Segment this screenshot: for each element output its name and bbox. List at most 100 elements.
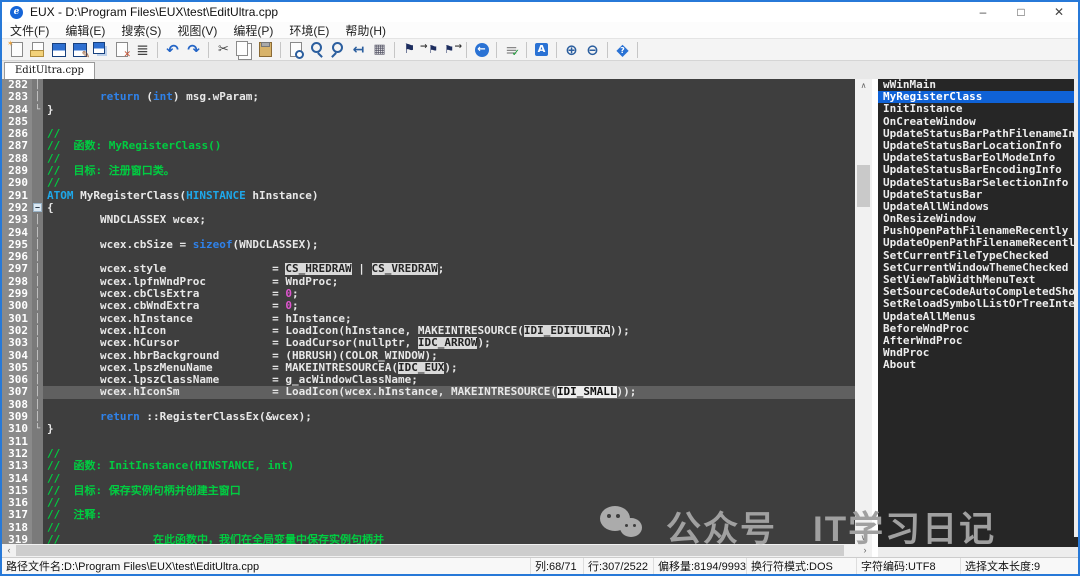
- code-line-291[interactable]: 291ATOM MyRegisterClass(HINSTANCE hInsta…: [2, 190, 855, 202]
- code-line-300[interactable]: 300│ wcex.cbWndExtra = 0;: [2, 300, 855, 312]
- close-file-icon[interactable]: [111, 40, 132, 60]
- symbol-item-UpdateStatusBarPathFilenameInfo[interactable]: UpdateStatusBarPathFilenameInfo: [878, 128, 1078, 140]
- symbol-item-SetCurrentFileTypeChecked[interactable]: SetCurrentFileTypeChecked: [878, 250, 1078, 262]
- symbol-item-OnResizeWindow[interactable]: OnResizeWindow: [878, 213, 1078, 225]
- bm-next-icon[interactable]: [420, 40, 441, 60]
- code-line-298[interactable]: 298│ wcex.lpfnWndProc = WndProc;: [2, 276, 855, 288]
- code-line-301[interactable]: 301│ wcex.hInstance = hInstance;: [2, 313, 855, 325]
- maximize-button[interactable]: □: [1002, 2, 1040, 22]
- code-editor[interactable]: 282│283│ return (int) msg.wParam;284└}28…: [2, 79, 855, 544]
- code-line-295[interactable]: 295│ wcex.cbSize = sizeof(WNDCLASSEX);: [2, 239, 855, 251]
- code-line-318[interactable]: 318//: [2, 522, 855, 534]
- symbol-item-PushOpenPathFilenameRecently[interactable]: PushOpenPathFilenameRecently: [878, 225, 1078, 237]
- symbol-item-AfterWndProc[interactable]: AfterWndProc: [878, 335, 1078, 347]
- code-line-294[interactable]: 294│: [2, 227, 855, 239]
- code-line-296[interactable]: 296│: [2, 251, 855, 263]
- minimize-button[interactable]: –: [964, 2, 1002, 22]
- symbol-item-BeforeWndProc[interactable]: BeforeWndProc: [878, 323, 1078, 335]
- line-number[interactable]: 303: [2, 337, 32, 349]
- line-number[interactable]: 300: [2, 300, 32, 312]
- save-as-icon[interactable]: [69, 40, 90, 60]
- vertical-scroll-thumb[interactable]: [857, 165, 870, 207]
- menu-item-文件F[interactable]: 文件(F): [2, 22, 57, 38]
- code-line-286[interactable]: 286//: [2, 128, 855, 140]
- code-line-307[interactable]: 307│ wcex.hIconSm = LoadIcon(wcex.hInsta…: [2, 386, 855, 398]
- code-line-284[interactable]: 284└}: [2, 104, 855, 116]
- code-line-297[interactable]: 297│ wcex.style = CS_HREDRAW | CS_VREDRA…: [2, 263, 855, 275]
- code-line-314[interactable]: 314//: [2, 473, 855, 485]
- symbol-item-UpdateStatusBarEncodingInfo[interactable]: UpdateStatusBarEncodingInfo: [878, 164, 1078, 176]
- symbol-item-SetSourceCodeAutoCompletedShowAft[interactable]: SetSourceCodeAutoCompletedShowAft: [878, 286, 1078, 298]
- close-button[interactable]: ✕: [1040, 2, 1078, 22]
- line-number[interactable]: 290: [2, 177, 32, 189]
- code-line-309[interactable]: 309│ return ::RegisterClassEx(&wcex);: [2, 411, 855, 423]
- bookmark-icon[interactable]: [399, 40, 420, 60]
- line-number[interactable]: 287: [2, 140, 32, 152]
- symbol-item-SetReloadSymbolListOrTreeInterval[interactable]: SetReloadSymbolListOrTreeInterval: [878, 298, 1078, 310]
- menu-item-视图V[interactable]: 视图(V): [169, 22, 225, 38]
- about-icon[interactable]: [612, 40, 633, 60]
- code-line-292[interactable]: 292−{: [2, 202, 855, 214]
- line-number[interactable]: 313: [2, 460, 32, 472]
- code-line-305[interactable]: 305│ wcex.lpszMenuName = MAKEINTRESOURCE…: [2, 362, 855, 374]
- code-line-308[interactable]: 308│: [2, 399, 855, 411]
- code-line-313[interactable]: 313// 函数: InitInstance(HINSTANCE, int): [2, 460, 855, 472]
- line-number[interactable]: 310: [2, 423, 32, 435]
- code-line-312[interactable]: 312//: [2, 448, 855, 460]
- symbol-item-UpdateAllMenus[interactable]: UpdateAllMenus: [878, 311, 1078, 323]
- zoom-out-icon[interactable]: [582, 40, 603, 60]
- scroll-down-icon[interactable]: ∨: [855, 531, 872, 544]
- symbol-item-SetCurrentWindowThemeChecked[interactable]: SetCurrentWindowThemeChecked: [878, 262, 1078, 274]
- code-line-302[interactable]: 302│ wcex.hIcon = LoadIcon(hInstance, MA…: [2, 325, 855, 337]
- line-number[interactable]: 304: [2, 350, 32, 362]
- save-all-icon[interactable]: [90, 40, 111, 60]
- menu-item-编程P[interactable]: 编程(P): [225, 22, 281, 38]
- new-file-icon[interactable]: [6, 40, 27, 60]
- symbol-item-wWinMain[interactable]: wWinMain: [878, 79, 1078, 91]
- symbol-item-UpdateStatusBarEolModeInfo[interactable]: UpdateStatusBarEolModeInfo: [878, 152, 1078, 164]
- doc-list-icon[interactable]: [132, 40, 153, 60]
- save-icon[interactable]: [48, 40, 69, 60]
- find-prev-icon[interactable]: [327, 40, 348, 60]
- menu-item-编辑E[interactable]: 编辑(E): [57, 22, 113, 38]
- menu-item-环境E[interactable]: 环境(E): [281, 22, 337, 38]
- symbol-item-WndProc[interactable]: WndProc: [878, 347, 1078, 359]
- code-line-315[interactable]: 315// 目标: 保存实例句柄并创建主窗口: [2, 485, 855, 497]
- symbol-item-InitInstance[interactable]: InitInstance: [878, 103, 1078, 115]
- code-line-303[interactable]: 303│ wcex.hCursor = LoadCursor(nullptr, …: [2, 337, 855, 349]
- find-file-icon[interactable]: [285, 40, 306, 60]
- code-line-317[interactable]: 317// 注释:: [2, 509, 855, 521]
- menu-item-搜索S[interactable]: 搜索(S): [113, 22, 169, 38]
- zoom-in-icon[interactable]: [561, 40, 582, 60]
- syntax-icon[interactable]: [531, 40, 552, 60]
- open-file-icon[interactable]: [27, 40, 48, 60]
- line-number[interactable]: 314: [2, 473, 32, 485]
- code-line-306[interactable]: 306│ wcex.lpszClassName = g_acWindowClas…: [2, 374, 855, 386]
- redo-icon[interactable]: [183, 40, 204, 60]
- panel-horizontal-scrollbar[interactable]: [878, 547, 1078, 557]
- symbol-item-UpdateStatusBarSelectionInfo[interactable]: UpdateStatusBarSelectionInfo: [878, 177, 1078, 189]
- code-line-288[interactable]: 288//: [2, 153, 855, 165]
- code-line-316[interactable]: 316//: [2, 497, 855, 509]
- cut-icon[interactable]: [213, 40, 234, 60]
- fold-collapse-icon[interactable]: −: [32, 202, 43, 214]
- code-line-287[interactable]: 287// 函数: MyRegisterClass(): [2, 140, 855, 152]
- code-line-293[interactable]: 293│ WNDCLASSEX wcex;: [2, 214, 855, 226]
- code-line-311[interactable]: 311: [2, 436, 855, 448]
- horizontal-scroll-thumb[interactable]: [16, 545, 844, 556]
- symbol-item-UpdateOpenPathFilenameRecently[interactable]: UpdateOpenPathFilenameRecently: [878, 237, 1078, 249]
- code-line-299[interactable]: 299│ wcex.cbClsExtra = 0;: [2, 288, 855, 300]
- symbol-item-OnCreateWindow[interactable]: OnCreateWindow: [878, 116, 1078, 128]
- editor-vertical-scrollbar[interactable]: ∧ ∨: [855, 79, 872, 544]
- symbol-item-UpdateAllWindows[interactable]: UpdateAllWindows: [878, 201, 1078, 213]
- line-number[interactable]: 297: [2, 263, 32, 275]
- code-line-290[interactable]: 290//: [2, 177, 855, 189]
- symbol-item-MyRegisterClass[interactable]: MyRegisterClass: [878, 91, 1078, 103]
- symbol-item-SetViewTabWidthMenuText[interactable]: SetViewTabWidthMenuText: [878, 274, 1078, 286]
- editor-horizontal-scrollbar[interactable]: ‹ ›: [2, 544, 872, 557]
- symbol-item-UpdateStatusBarLocationInfo[interactable]: UpdateStatusBarLocationInfo: [878, 140, 1078, 152]
- tab-editultra-cpp[interactable]: EditUltra.cpp: [4, 62, 95, 79]
- line-number[interactable]: 319: [2, 534, 32, 544]
- copy-icon[interactable]: [234, 40, 255, 60]
- line-number[interactable]: 283: [2, 91, 32, 103]
